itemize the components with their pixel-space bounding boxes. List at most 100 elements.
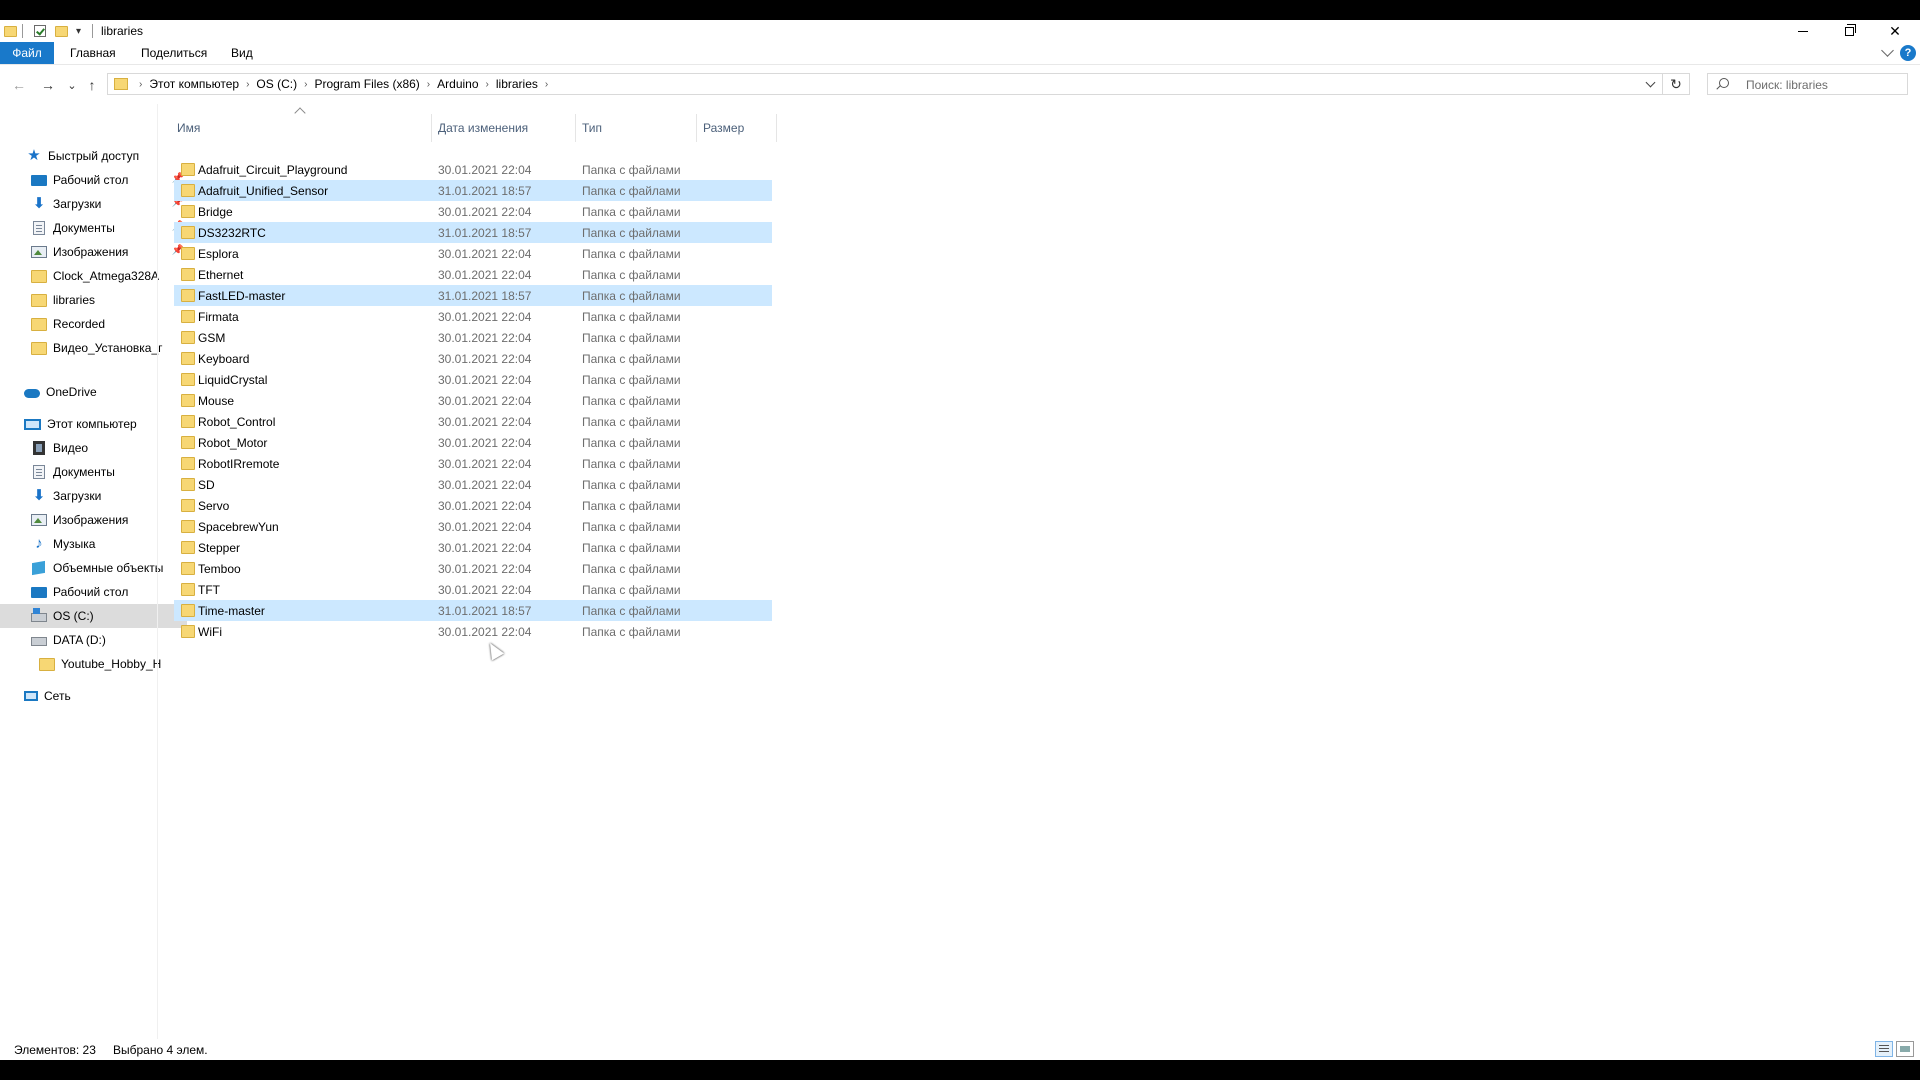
table-row[interactable]: FastLED-master 31.01.2021 18:57 Папка с фа…	[174, 285, 772, 306]
table-row[interactable]: LiquidCrystal 30.01.2021 22:04 Папка с фай…	[174, 369, 772, 390]
table-row[interactable]: DS3232RTC 31.01.2021 18:57 Папка с файлами	[174, 222, 772, 243]
breadcrumb-separator-icon[interactable]: ›	[139, 79, 142, 90]
breadcrumb-separator-icon[interactable]: ›	[304, 79, 307, 90]
desktop-icon	[31, 586, 47, 598]
pane-divider[interactable]	[157, 104, 158, 1039]
properties-check-icon[interactable]	[34, 23, 46, 39]
file-name: Robot_Control	[198, 415, 276, 429]
nav-pc-video[interactable]: Видео	[0, 436, 188, 460]
breadcrumb-separator-icon[interactable]: ›	[427, 79, 430, 90]
tab-file[interactable]: Файл	[0, 42, 54, 64]
nav-pc-os-c[interactable]: OS (C:)	[0, 604, 187, 628]
nav-quick-access[interactable]: ★ Быстрый доступ	[0, 144, 183, 168]
help-icon[interactable]: ?	[1900, 45, 1916, 61]
tab-home[interactable]: Главная	[70, 42, 116, 64]
nav-pc-music[interactable]: ♪ Музыка	[0, 532, 188, 556]
nav-pc-documents[interactable]: Документы	[0, 460, 188, 484]
breadcrumb-separator-icon[interactable]: ›	[486, 79, 489, 90]
file-name: DS3232RTC	[198, 226, 266, 240]
column-header-type[interactable]: Тип	[576, 114, 696, 142]
nav-quick-desktop[interactable]: Рабочий стол 📌	[0, 168, 188, 192]
recent-locations-dropdown[interactable]: ⌄	[62, 75, 82, 95]
nav-quick-recorded[interactable]: Recorded	[0, 312, 188, 336]
breadcrumb-separator-icon[interactable]: ›	[545, 79, 548, 90]
table-row[interactable]: TFT 30.01.2021 22:04 Папка с файлами	[174, 579, 772, 600]
breadcrumb-this-pc[interactable]: Этот компьютер	[149, 77, 239, 91]
column-header-name[interactable]: Имя	[171, 114, 431, 142]
table-row[interactable]: Adafruit_Circuit_Playground 30.01.2021 22…	[174, 159, 772, 180]
table-row[interactable]: Keyboard 30.01.2021 22:04 Папка с файлами	[174, 348, 772, 369]
table-row[interactable]: Stepper 30.01.2021 22:04 Папка с файлами	[174, 537, 772, 558]
nav-quick-downloads[interactable]: ⬇ Загрузки 📌	[0, 192, 188, 216]
folder-icon	[39, 657, 55, 671]
ribbon-expand-icon[interactable]	[1881, 44, 1894, 57]
new-folder-icon[interactable]	[55, 23, 68, 39]
table-row[interactable]: Mouse 30.01.2021 22:04 Папка с файлами	[174, 390, 772, 411]
nav-network[interactable]: Сеть	[0, 684, 181, 708]
folder-icon	[181, 205, 195, 218]
search-placeholder[interactable]: Поиск: libraries	[1746, 78, 1828, 92]
nav-quick-pictures[interactable]: Изображения 📌	[0, 240, 188, 264]
table-row[interactable]: GSM 30.01.2021 22:04 Папка с файлами	[174, 327, 772, 348]
tab-view[interactable]: Вид	[231, 42, 253, 64]
nav-pc-pictures[interactable]: Изображения	[0, 508, 188, 532]
table-row[interactable]: Robot_Control 30.01.2021 22:04 Папка с фай…	[174, 411, 772, 432]
folder-icon	[181, 562, 195, 575]
details-view-icon[interactable]	[1875, 1041, 1893, 1057]
table-row[interactable]: Temboo 30.01.2021 22:04 Папка с файлами	[174, 558, 772, 579]
breadcrumb-program-files[interactable]: Program Files (x86)	[314, 77, 419, 91]
file-date: 30.01.2021 22:04	[438, 583, 532, 597]
nav-quick-documents[interactable]: Документы 📌	[0, 216, 188, 240]
quick-access-dropdown-icon[interactable]: ▾	[76, 23, 81, 39]
column-header-date[interactable]: Дата изменения	[432, 114, 575, 142]
address-bar[interactable]: › Этот компьютер › OS (C:) › Program Fil…	[107, 73, 1663, 95]
nav-pc-desktop[interactable]: Рабочий стол	[0, 580, 188, 604]
table-row[interactable]: Servo 30.01.2021 22:04 Папка с файлами	[174, 495, 772, 516]
nav-quick-clock-atmega[interactable]: Clock_Atmega328A	[0, 264, 188, 288]
table-row[interactable]: Esplora 30.01.2021 22:04 Папка с файлами	[174, 243, 772, 264]
restore-button[interactable]	[1826, 20, 1872, 42]
folder-icon	[181, 247, 195, 260]
close-button[interactable]: ✕	[1872, 20, 1918, 42]
large-icons-view-icon[interactable]	[1896, 1041, 1914, 1057]
table-row[interactable]: Robot_Motor 30.01.2021 22:04 Папка с файла…	[174, 432, 772, 453]
file-date: 30.01.2021 22:04	[438, 457, 532, 471]
breadcrumb-libraries[interactable]: libraries	[496, 77, 538, 91]
table-row[interactable]: SpacebrewYun 30.01.2021 22:04 Папка с файл…	[174, 516, 772, 537]
table-row[interactable]: Ethernet 30.01.2021 22:04 Папка с файлами	[174, 264, 772, 285]
file-name: Robot_Motor	[198, 436, 268, 450]
windows-drive-icon	[31, 608, 47, 622]
refresh-button[interactable]: ↻	[1663, 73, 1690, 95]
table-row[interactable]: Adafruit_Unified_Sensor 31.01.2021 18:57 П…	[174, 180, 772, 201]
3d-objects-icon	[32, 560, 45, 576]
column-resize-handle[interactable]	[776, 114, 777, 142]
tab-share[interactable]: Поделиться	[141, 42, 207, 64]
up-button[interactable]: ↑	[82, 75, 102, 95]
table-row[interactable]: Time-master 31.01.2021 18:57 Папка с файла…	[174, 600, 772, 621]
nav-pc-data-d[interactable]: DATA (D:)	[0, 628, 188, 652]
forward-button[interactable]: →	[38, 75, 58, 95]
search-box[interactable]: Поиск: libraries	[1707, 73, 1908, 95]
back-button[interactable]: ←	[9, 75, 29, 95]
address-dropdown-icon[interactable]	[1645, 77, 1656, 88]
breadcrumb-separator-icon[interactable]: ›	[246, 79, 249, 90]
breadcrumb-arduino[interactable]: Arduino	[437, 77, 478, 91]
nav-pc-3d-objects[interactable]: Объемные объекты	[0, 556, 188, 580]
table-row[interactable]: SD 30.01.2021 22:04 Папка с файлами	[174, 474, 772, 495]
nav-pc-youtube-hobby[interactable]: Youtube_Hobby_H	[0, 652, 196, 676]
nav-quick-libraries[interactable]: libraries	[0, 288, 188, 312]
nav-pc-downloads[interactable]: ⬇ Загрузки	[0, 484, 188, 508]
nav-onedrive[interactable]: OneDrive	[0, 380, 181, 404]
nav-quick-video-install[interactable]: Видео_Установка_г	[0, 336, 188, 360]
nav-this-pc[interactable]: Этот компьютер	[0, 412, 181, 436]
file-name: Mouse	[198, 394, 235, 408]
table-row[interactable]: Firmata 30.01.2021 22:04 Папка с файлами	[174, 306, 772, 327]
table-row[interactable]: WiFi 30.01.2021 22:04 Папка с файлами	[174, 621, 772, 642]
column-header-size[interactable]: Размер	[697, 114, 776, 142]
table-row[interactable]: Bridge 30.01.2021 22:04 Папка с файлами	[174, 201, 772, 222]
file-date: 30.01.2021 22:04	[438, 625, 532, 639]
minimize-button[interactable]	[1780, 20, 1826, 42]
breadcrumb-os-c[interactable]: OS (C:)	[256, 77, 297, 91]
document-icon	[33, 221, 45, 235]
table-row[interactable]: RobotIRremote 30.01.2021 22:04 Папка с фай…	[174, 453, 772, 474]
